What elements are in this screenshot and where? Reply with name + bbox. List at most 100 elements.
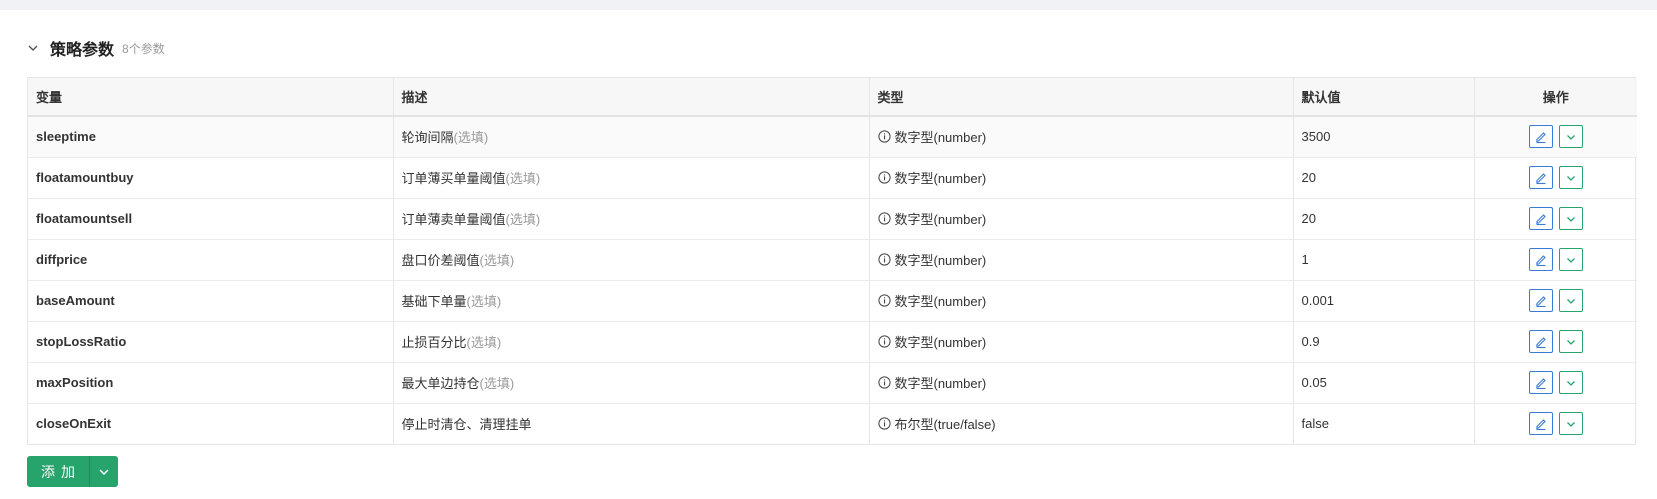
default-value: 3500 [1293, 116, 1475, 158]
table-row: baseAmount 基础下单量(选填) 数字型(number) 0.001 [28, 280, 1637, 322]
description-cell: 停止时清仓、清理挂单 [393, 403, 870, 444]
info-icon [877, 417, 891, 430]
actions-cell [1474, 403, 1637, 444]
actions-cell [1474, 198, 1637, 240]
table-row: diffprice 盘口价差阈值(选填) 数字型(number) 1 [28, 239, 1637, 281]
description-text: 订单薄卖单量阈值 [401, 212, 506, 227]
expand-button[interactable] [1558, 125, 1583, 149]
type-cell: 数字型(number) [869, 362, 1294, 404]
type-text: 数字型(number) [894, 171, 987, 186]
table-row: closeOnExit 停止时清仓、清理挂单 布尔型(true/false) f… [28, 403, 1637, 444]
default-value: 20 [1293, 198, 1475, 240]
variable-name: stopLossRatio [28, 321, 394, 363]
optional-tag: (选填) [466, 294, 502, 309]
variable-name: floatamountbuy [28, 157, 394, 199]
chevron-down-icon [1566, 134, 1575, 140]
expand-button[interactable] [1558, 289, 1583, 312]
info-icon [877, 294, 891, 307]
add-button-group: 添加 [27, 456, 118, 487]
expand-button[interactable] [1558, 412, 1583, 436]
edit-icon [1535, 295, 1546, 307]
info-icon [877, 130, 891, 143]
type-cell: 数字型(number) [869, 321, 1294, 363]
param-count: 8个参数 [122, 41, 165, 56]
table-header-row: 变量 描述 类型 默认值 操作 [28, 78, 1637, 117]
edit-button[interactable] [1528, 248, 1553, 271]
edit-button[interactable] [1528, 330, 1553, 353]
info-icon [877, 253, 891, 266]
type-text: 数字型(number) [894, 335, 987, 350]
edit-icon [1535, 418, 1546, 430]
table-row: floatamountsell 订单薄卖单量阈值(选填) 数字型(number)… [28, 198, 1637, 240]
expand-button[interactable] [1558, 248, 1583, 271]
info-icon [877, 376, 891, 389]
chevron-down-icon [99, 468, 109, 475]
edit-icon [1535, 213, 1546, 225]
edit-button[interactable] [1528, 207, 1553, 230]
description-cell: 订单薄卖单量阈值(选填) [393, 198, 870, 240]
edit-icon [1535, 131, 1546, 143]
description-cell: 盘口价差阈值(选填) [393, 239, 870, 281]
table-row: maxPosition 最大单边持仓(选填) 数字型(number) 0.05 [28, 362, 1637, 404]
variable-name: diffprice [28, 239, 394, 281]
type-cell: 数字型(number) [869, 198, 1294, 240]
default-value: 1 [1293, 239, 1475, 281]
description-text: 止损百分比 [401, 335, 467, 350]
variable-name: closeOnExit [28, 403, 394, 444]
expand-button[interactable] [1558, 330, 1583, 353]
edit-button[interactable] [1528, 289, 1553, 312]
optional-tag: (选填) [453, 130, 489, 146]
type-text: 数字型(number) [894, 294, 987, 309]
info-icon [877, 171, 891, 184]
description-cell: 基础下单量(选填) [393, 280, 870, 322]
strategy-params-panel: 策略参数 8个参数 变量 描述 类型 默认值 操作 sleeptime 轮询间隔… [0, 10, 1657, 499]
column-header-variable: 变量 [28, 78, 394, 117]
description-cell: 止损百分比(选填) [393, 321, 870, 363]
optional-tag: (选填) [505, 171, 541, 186]
chevron-down-icon [1566, 298, 1575, 304]
description-cell: 订单薄买单量阈值(选填) [393, 157, 870, 199]
expand-button[interactable] [1558, 207, 1583, 230]
optional-tag: (选填) [466, 335, 502, 350]
expand-button[interactable] [1558, 166, 1583, 189]
actions-cell [1474, 157, 1637, 199]
edit-button[interactable] [1528, 412, 1553, 436]
info-icon [877, 335, 891, 348]
description-cell: 最大单边持仓(选填) [393, 362, 870, 404]
type-cell: 布尔型(true/false) [869, 403, 1294, 444]
edit-button[interactable] [1528, 166, 1553, 189]
actions-cell [1474, 362, 1637, 404]
table-row: stopLossRatio 止损百分比(选填) 数字型(number) 0.9 [28, 321, 1637, 363]
optional-tag: (选填) [505, 212, 541, 227]
edit-button[interactable] [1528, 125, 1553, 149]
type-text: 布尔型(true/false) [894, 417, 996, 433]
description-text: 基础下单量 [401, 294, 467, 309]
type-cell: 数字型(number) [869, 239, 1294, 281]
params-table: 变量 描述 类型 默认值 操作 sleeptime 轮询间隔(选填) 数字型(n… [27, 77, 1637, 445]
chevron-down-icon [1566, 175, 1575, 181]
column-header-actions: 操作 [1474, 78, 1637, 117]
add-dropdown-button[interactable] [89, 456, 118, 487]
expand-button[interactable] [1558, 371, 1583, 394]
type-cell: 数字型(number) [869, 116, 1294, 158]
edit-button[interactable] [1528, 371, 1553, 394]
table-row: floatamountbuy 订单薄买单量阈值(选填) 数字型(number) … [28, 157, 1637, 199]
chevron-down-icon[interactable] [26, 41, 40, 55]
chevron-down-icon [1566, 421, 1575, 427]
type-text: 数字型(number) [894, 376, 987, 391]
description-text: 盘口价差阈值 [401, 253, 480, 268]
add-button[interactable]: 添加 [27, 456, 89, 487]
section-title: 策略参数 [50, 42, 115, 59]
optional-tag: (选填) [479, 376, 515, 391]
column-header-default: 默认值 [1293, 78, 1475, 117]
column-header-description: 描述 [393, 78, 870, 117]
default-value: false [1293, 403, 1475, 444]
description-text: 轮询间隔 [401, 130, 454, 146]
section-header: 策略参数 8个参数 [26, 36, 165, 60]
description-text: 停止时清仓、清理挂单 [401, 417, 532, 433]
type-text: 数字型(number) [894, 212, 987, 227]
edit-icon [1535, 336, 1546, 348]
info-icon [877, 212, 891, 225]
actions-cell [1474, 239, 1637, 281]
variable-name: maxPosition [28, 362, 394, 404]
